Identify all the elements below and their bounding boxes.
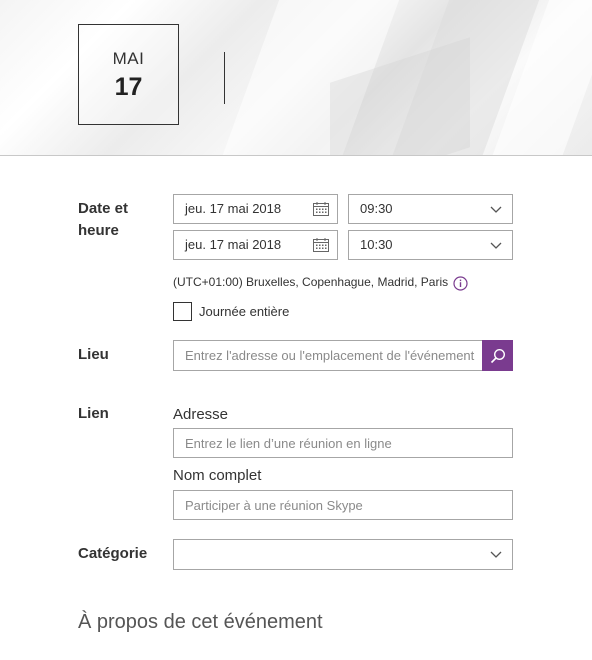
event-month: MAI xyxy=(112,49,145,68)
location-label: Lieu xyxy=(78,346,109,363)
all-day-checkbox[interactable] xyxy=(173,302,192,321)
all-day-label: Journée entière xyxy=(199,304,290,319)
location-search-button[interactable] xyxy=(482,340,513,371)
category-select[interactable] xyxy=(173,539,513,570)
chevron-down-icon xyxy=(490,206,502,213)
end-time-select[interactable]: 10:30 xyxy=(348,230,513,260)
calendar-icon xyxy=(313,202,329,216)
end-date-value: jeu. 17 mai 2018 xyxy=(185,237,282,252)
datetime-label: Date et heure xyxy=(78,200,129,239)
info-icon[interactable] xyxy=(453,276,468,291)
link-address-input[interactable] xyxy=(173,428,513,458)
location-input[interactable] xyxy=(173,340,483,371)
start-date-picker[interactable]: jeu. 17 mai 2018 xyxy=(173,194,338,224)
chevron-down-icon xyxy=(490,242,502,249)
start-time-value: 09:30 xyxy=(360,201,393,216)
search-icon xyxy=(490,348,506,364)
start-time-select[interactable]: 09:30 xyxy=(348,194,513,224)
calendar-icon xyxy=(313,238,329,252)
link-address-label: Adresse xyxy=(173,406,229,423)
event-title-input-caret[interactable] xyxy=(224,52,225,104)
link-name-label: Nom complet xyxy=(173,467,262,484)
start-date-value: jeu. 17 mai 2018 xyxy=(185,201,282,216)
event-date-tile: MAI 17 xyxy=(78,24,179,125)
timezone-text: (UTC+01:00) Bruxelles, Copenhague, Madri… xyxy=(173,275,449,289)
link-label: Lien xyxy=(78,405,109,422)
header-banner: MAI 17 xyxy=(0,0,592,156)
event-day: 17 xyxy=(114,73,143,101)
category-label: Catégorie xyxy=(78,545,148,562)
chevron-down-icon xyxy=(490,551,502,558)
link-name-input[interactable] xyxy=(173,490,513,520)
end-date-picker[interactable]: jeu. 17 mai 2018 xyxy=(173,230,338,260)
end-time-value: 10:30 xyxy=(360,237,393,252)
about-section-title: À propos de cet événement xyxy=(78,611,323,633)
